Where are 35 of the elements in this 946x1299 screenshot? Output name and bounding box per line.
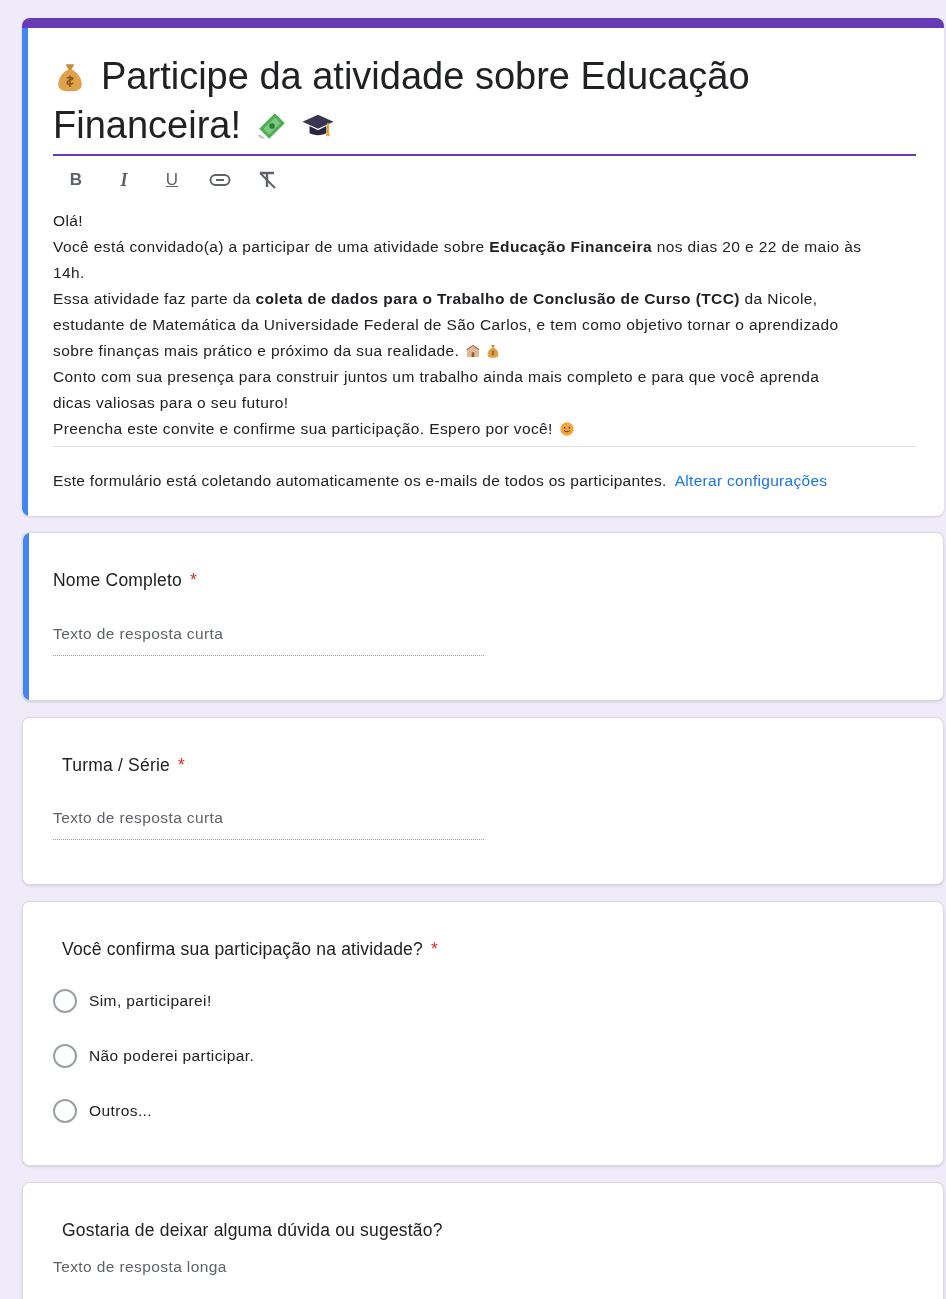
required-asterisk: * [177, 753, 185, 777]
required-asterisk: * [190, 569, 198, 593]
question-title: Turma / Série [61, 753, 170, 777]
form-title[interactable]: Participe da atividade sobre Educação [101, 52, 750, 101]
option-label[interactable]: Outros... [89, 1098, 153, 1123]
radio-button[interactable] [53, 1043, 77, 1068]
description-text: Preencha este convite e confirme sua participação. Espero por você! [53, 419, 553, 439]
form-title[interactable]: Financeira! [53, 101, 241, 150]
required-asterisk: * [430, 938, 438, 962]
description-text: sobre finanças mais prático e próximo da sua realidade. [53, 341, 460, 361]
school-icon [465, 343, 482, 359]
collection-notice: Este formulário está coletando automaticamente os e-mails de todos os participantes. [53, 471, 667, 491]
question-title: Gostaria de deixar alguma dúvida ou sugestão? [61, 1218, 443, 1242]
description-text: 14h. [53, 263, 85, 283]
description-text: Olá! [53, 211, 84, 231]
long-answer-field[interactable]: Texto de resposta longa [53, 1254, 484, 1278]
description-text: dicas valiosas para o seu futuro! [53, 393, 289, 413]
description-text: estudante de Matemática da Universidade Federal de São Carlos, e tem como objetivo tornar o aprendizado [53, 315, 839, 335]
option-label[interactable]: Sim, participarei! [89, 988, 212, 1013]
question-title: Nome Completo [53, 569, 183, 593]
question-title: Você confirma sua participação na atividade? [61, 938, 423, 962]
description-text: Essa atividade faz parte da coleta de dados para o Trabalho de Conclusão de Curso (TCC) da Nicole, [53, 289, 818, 309]
underline-button[interactable]: U [155, 165, 189, 195]
bold-button[interactable]: B [59, 165, 93, 195]
description-text: Você está convidado(a) a participar de uma atividade sobre Educação Financeira nos dias 20 e 22 de maio às [53, 237, 862, 257]
settings-link[interactable]: Alterar configurações [674, 469, 828, 493]
italic-button[interactable]: I [107, 165, 141, 195]
link-icon [209, 173, 231, 187]
short-answer-field[interactable]: Texto de resposta curta [53, 621, 484, 656]
radio-button[interactable] [53, 988, 77, 1013]
emoji-icon [558, 421, 575, 437]
description-text: Conto com sua presença para construir juntos um trabalho ainda mais completo e para que você aprenda [53, 367, 820, 387]
radio-button[interactable] [53, 1098, 77, 1123]
option-label[interactable]: Não poderei participar. [89, 1043, 255, 1068]
short-answer-field[interactable]: Texto de resposta curta [53, 806, 484, 841]
